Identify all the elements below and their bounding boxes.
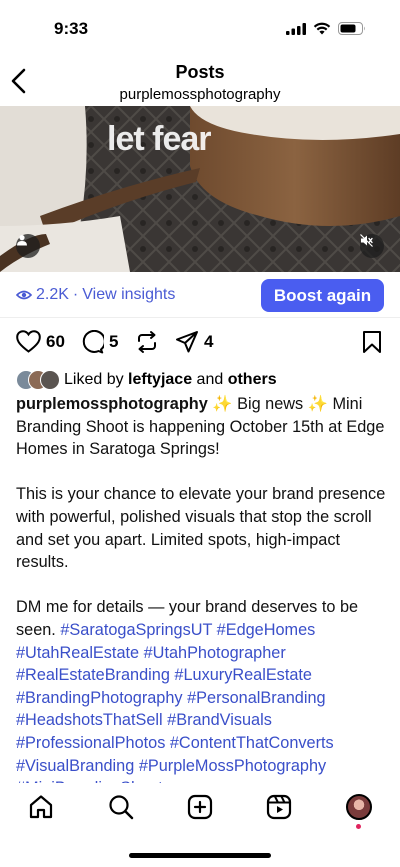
status-bar: 9:33 xyxy=(0,0,400,58)
home-icon xyxy=(29,795,53,819)
profile-avatar xyxy=(346,794,372,820)
post-actions: 60 5 4 xyxy=(0,326,400,358)
hashtag-link[interactable]: #UtahPhotographer xyxy=(144,644,286,662)
media-overlay-text: let fear xyxy=(107,120,211,158)
view-insights-link[interactable]: 2.2K · View insights xyxy=(16,286,175,304)
hashtag-link[interactable]: #BrandVisuals xyxy=(167,711,272,729)
repost-button[interactable] xyxy=(135,330,159,354)
hashtag-link[interactable]: #BrandingPhotography xyxy=(16,689,183,707)
status-time: 9:33 xyxy=(54,19,89,38)
repost-icon xyxy=(138,331,156,353)
tab-reels[interactable] xyxy=(265,793,293,821)
hashtag-list: #SaratogaSpringsUT #EdgeHomes #UtahRealE… xyxy=(16,621,334,797)
person-icon xyxy=(17,235,27,246)
share-button[interactable]: 4 xyxy=(175,330,213,354)
create-icon xyxy=(187,794,213,820)
page-title: Posts xyxy=(175,62,225,82)
boost-again-button[interactable]: Boost again xyxy=(261,279,384,312)
liked-by-prefix: Liked by xyxy=(64,371,124,388)
header: Posts purplemossphotography xyxy=(0,58,400,106)
comments-count: 5 xyxy=(109,332,119,351)
avatar xyxy=(40,370,60,390)
hashtag-link[interactable]: #EdgeHomes xyxy=(217,621,316,639)
signal-icon xyxy=(286,22,306,35)
hashtag-link[interactable]: #SaratogaSpringsUT xyxy=(60,621,212,639)
caption-paragraph-2: This is your chance to elevate your bran… xyxy=(16,485,386,572)
tab-profile[interactable] xyxy=(345,793,373,821)
liker-avatars xyxy=(16,370,64,390)
like-button[interactable]: 60 xyxy=(16,330,65,353)
hashtag-link[interactable]: #VisualBranding xyxy=(16,757,134,775)
tab-create[interactable] xyxy=(186,793,214,821)
caption-username[interactable]: purplemossphotography xyxy=(16,395,208,413)
tab-home[interactable] xyxy=(27,793,55,821)
insights-row: 2.2K · View insights Boost again xyxy=(0,272,400,318)
liked-by-others[interactable]: others xyxy=(228,371,277,389)
hashtag-link[interactable]: #PersonalBranding xyxy=(187,689,326,707)
post-media[interactable]: let fear xyxy=(0,106,400,272)
liked-by-and: and xyxy=(196,371,224,388)
reels-icon xyxy=(266,794,292,820)
hashtag-link[interactable]: #UtahRealEstate xyxy=(16,644,139,662)
heart-icon xyxy=(16,330,41,353)
save-button[interactable] xyxy=(362,330,382,354)
likes-count: 60 xyxy=(46,331,65,351)
tab-search[interactable] xyxy=(107,793,135,821)
bookmark-icon xyxy=(363,331,381,353)
battery-icon xyxy=(338,22,365,35)
hashtag-link[interactable]: #HeadshotsThatSell xyxy=(16,711,163,729)
send-icon xyxy=(176,331,198,353)
hashtag-link[interactable]: #ContentThatConverts xyxy=(170,734,334,752)
eye-icon xyxy=(16,290,32,300)
tagged-people-button[interactable] xyxy=(16,234,40,258)
liked-by-row[interactable]: Liked by leftyjace and others xyxy=(16,369,277,391)
liked-by-user[interactable]: leftyjace xyxy=(128,371,192,389)
header-username[interactable]: purplemossphotography xyxy=(0,86,400,103)
mute-button[interactable] xyxy=(360,234,384,258)
wifi-icon xyxy=(313,22,331,35)
hashtag-link[interactable]: #RealEstateBranding xyxy=(16,666,170,684)
status-icons xyxy=(286,22,366,35)
home-indicator[interactable] xyxy=(129,853,271,858)
comment-icon xyxy=(82,330,104,354)
comment-button[interactable]: 5 xyxy=(80,330,118,354)
search-icon xyxy=(109,795,134,820)
hashtag-link[interactable]: #LuxuryRealEstate xyxy=(174,666,312,684)
hashtag-link[interactable]: #ProfessionalPhotos xyxy=(16,734,165,752)
views-count: 2.2K xyxy=(36,286,69,303)
insights-separator: · xyxy=(72,286,79,303)
notification-dot xyxy=(356,824,361,829)
post-caption: purplemossphotography ✨ Big news ✨ Mini … xyxy=(16,393,388,800)
speaker-muted-icon xyxy=(360,234,373,247)
hashtag-link[interactable]: #PurpleMossPhotography xyxy=(139,757,326,775)
shares-count: 4 xyxy=(204,332,214,351)
view-insights-label: View insights xyxy=(82,286,176,303)
